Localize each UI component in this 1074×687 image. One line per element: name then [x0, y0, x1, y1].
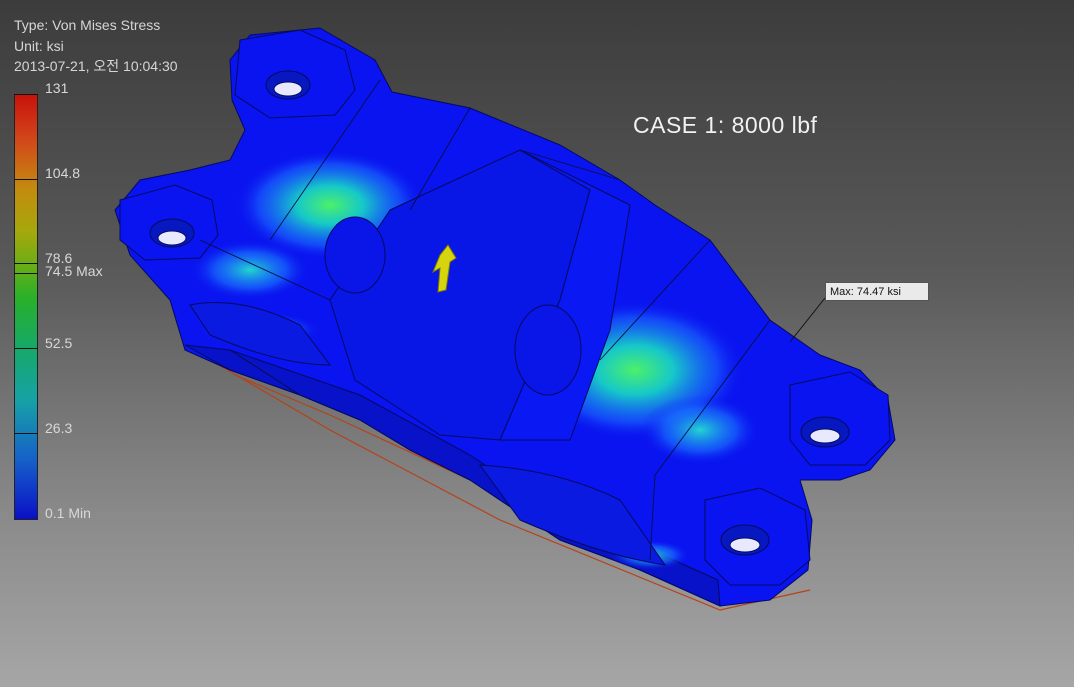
- max-stress-probe[interactable]: Max: 74.47 ksi: [825, 282, 929, 301]
- probe-leader-line: [789, 297, 826, 343]
- bracket-model[interactable]: [0, 0, 1074, 687]
- fea-viewport[interactable]: Type: Von Mises Stress Unit: ksi 2013-07…: [0, 0, 1074, 687]
- load-case-label: CASE 1: 8000 lbf: [633, 112, 818, 138]
